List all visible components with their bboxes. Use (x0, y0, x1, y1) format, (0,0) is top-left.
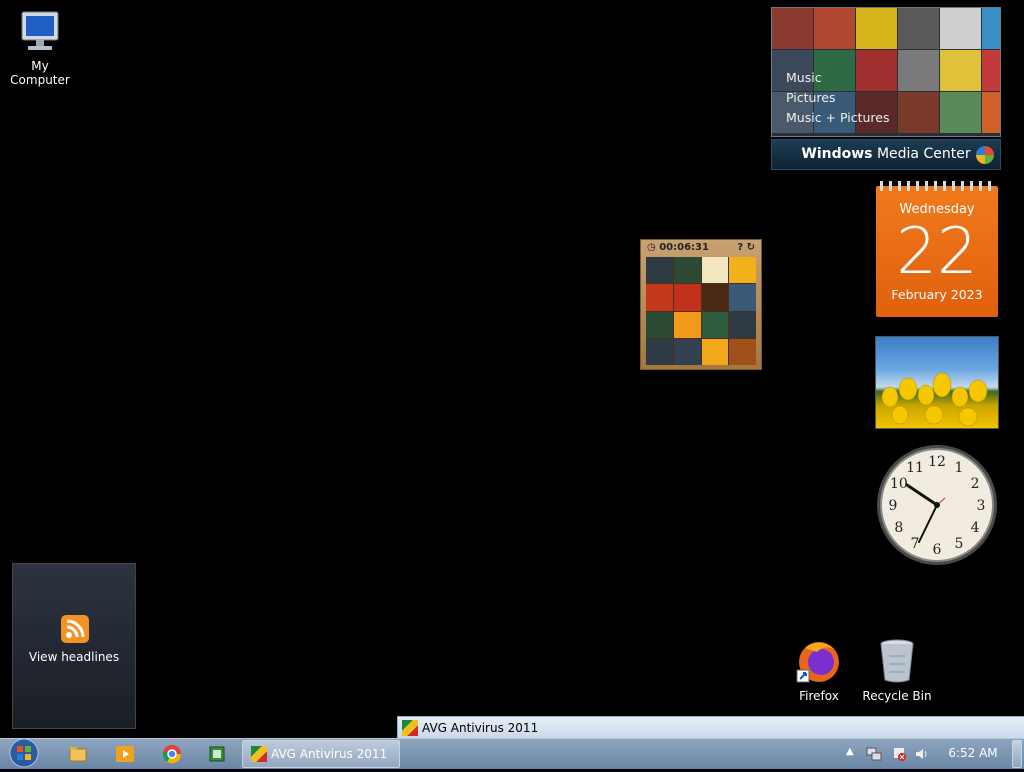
recycle-bin-shortcut[interactable]: Recycle Bin (857, 636, 937, 703)
feed-headlines-gadget[interactable]: View headlines (12, 563, 136, 729)
puzzle-timer: 00:06:31 (659, 242, 709, 253)
help-icon[interactable]: ? ↻ (737, 240, 755, 256)
my-computer-label: My Computer (10, 59, 70, 87)
calendar-gadget[interactable]: Wednesday 22 February 2023 (876, 181, 998, 317)
avg-icon (402, 720, 418, 736)
slideshow-gadget[interactable] (875, 336, 999, 429)
volume-icon[interactable] (914, 746, 930, 766)
clock-gadget[interactable]: 12 1 2 3 4 5 6 7 8 9 10 11 (876, 444, 998, 566)
clock-numeral: 5 (955, 536, 964, 552)
clock-numeral: 3 (977, 498, 986, 514)
my-computer-shortcut[interactable]: My Computer (0, 8, 80, 87)
media-menu: Music Pictures Music + Pictures (786, 68, 890, 128)
firefox-shortcut[interactable]: Firefox (779, 636, 859, 703)
firefox-label: Firefox (799, 689, 839, 703)
calendar-rings (880, 181, 994, 191)
explorer-icon[interactable] (68, 744, 88, 764)
windows-logo-icon (976, 146, 994, 164)
menu-music-pictures[interactable]: Music + Pictures (786, 108, 890, 128)
clock-numeral: 10 (890, 476, 908, 492)
start-button[interactable] (6, 738, 42, 768)
tulips-image (881, 372, 988, 427)
clock-numeral: 1 (955, 460, 964, 476)
media-center-title-bold: Windows (801, 146, 873, 162)
calendar-month-year: February 2023 (891, 287, 983, 302)
clock-numeral: 7 (911, 536, 920, 552)
taskbar-avg-button[interactable]: AVG Antivirus 2011 (242, 740, 400, 768)
clock-numeral: 8 (894, 520, 903, 536)
network-icon[interactable] (866, 746, 882, 766)
media-center-title-bar[interactable]: Windows Media Center (771, 139, 1001, 170)
avg-window-strip[interactable]: AVG Antivirus 2011 (397, 716, 1024, 740)
computer-icon (21, 11, 59, 50)
view-headlines-link[interactable]: View headlines (13, 650, 135, 664)
clock-numeral: 12 (928, 454, 946, 470)
rss-icon (61, 615, 89, 643)
cpuz-icon[interactable] (207, 744, 227, 764)
puzzle-grid[interactable] (646, 257, 756, 365)
avg-strip-label: AVG Antivirus 2011 (422, 721, 539, 735)
windows-start-orb-icon (9, 738, 39, 768)
avg-taskbar-icon (251, 746, 267, 762)
recycle-bin-icon (880, 639, 914, 683)
clock-numeral: 9 (889, 498, 898, 514)
media-center-title-rest: Media Center (872, 146, 971, 162)
show-desktop-button[interactable] (1012, 740, 1022, 768)
menu-pictures[interactable]: Pictures (786, 88, 890, 108)
analog-clock: 12 12 3 45678 9 1011 (877, 445, 997, 565)
system-clock[interactable]: 6:52 AM (941, 738, 1005, 768)
show-hidden-icons-chevron-icon[interactable]: ▲ (846, 746, 854, 757)
clock-numeral: 2 (971, 476, 980, 492)
picture-puzzle-gadget[interactable]: ◷ 00:06:31 ? ↻ (640, 239, 762, 370)
clock-numeral: 11 (906, 460, 924, 476)
media-player-icon[interactable] (115, 744, 135, 764)
clock-small-icon: ◷ (647, 242, 656, 253)
firefox-icon (796, 642, 839, 683)
chrome-icon[interactable] (162, 744, 182, 764)
clock-numeral: 4 (971, 520, 980, 536)
action-center-icon[interactable] (891, 746, 907, 766)
media-center-gadget[interactable]: Music Pictures Music + Pictures (771, 7, 1001, 137)
recycle-bin-label: Recycle Bin (862, 689, 932, 703)
taskbar-avg-label: AVG Antivirus 2011 (271, 747, 388, 761)
clock-numeral: 6 (933, 542, 942, 558)
calendar-day: 22 (896, 215, 978, 289)
menu-music[interactable]: Music (786, 68, 890, 88)
